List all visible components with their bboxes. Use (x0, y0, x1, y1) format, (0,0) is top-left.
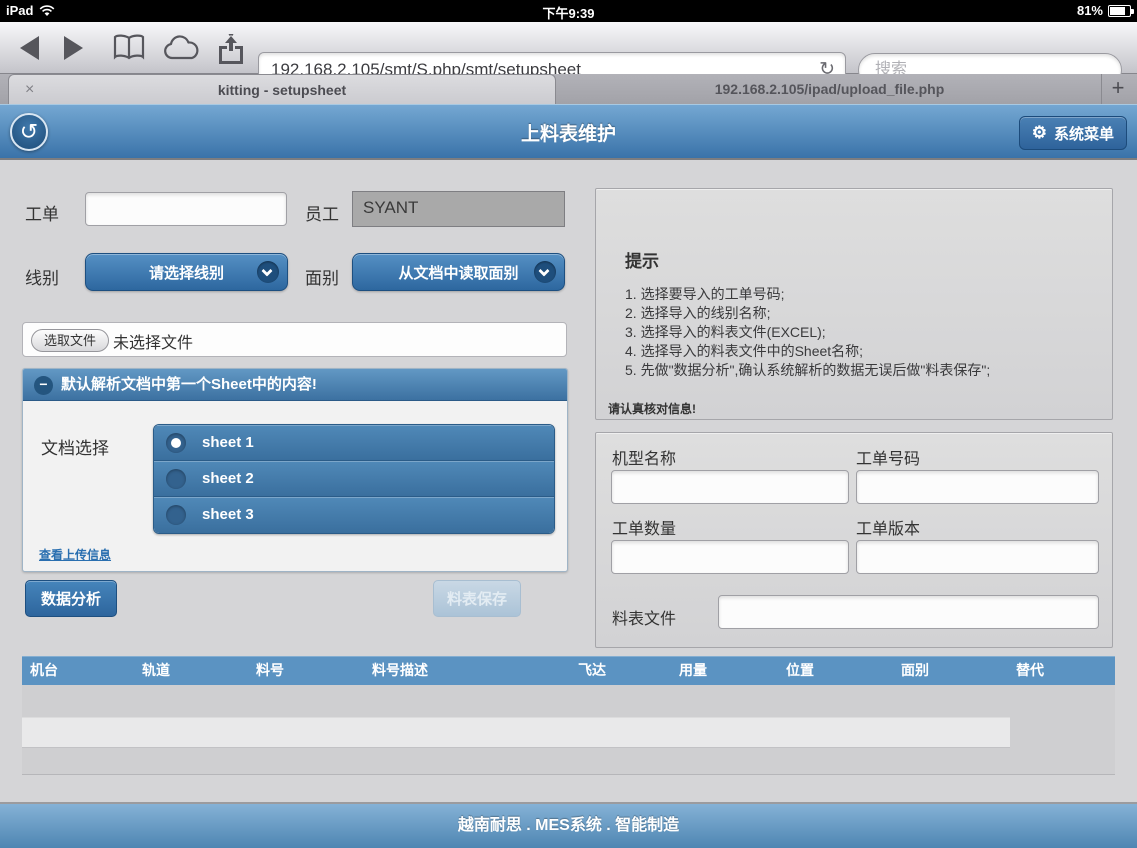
radio-icon (166, 469, 186, 489)
column-header: 位置 (786, 656, 814, 685)
employee-field: SYANT (352, 191, 565, 227)
material-table-header: 机台 轨道 料号 料号描述 飞达 用量 位置 面别 替代 (22, 656, 1115, 685)
side-select-value: 从文档中读取面别 (398, 262, 518, 283)
radio-icon (166, 505, 186, 525)
sheet-option-label: sheet 2 (202, 470, 254, 487)
ipad-screen: iPad 下午9:39 81% 192.168.2.105/s (0, 0, 1137, 848)
order-no-input[interactable] (856, 470, 1099, 504)
share-icon[interactable] (215, 34, 247, 64)
sheet-option-label: sheet 1 (202, 434, 254, 451)
hint-list: 1. 选择要导入的工单号码; 2. 选择导入的线别名称; 3. 选择导入的料表文… (625, 285, 990, 380)
doc-select-label: 文档选择 (41, 434, 109, 459)
tab-kitting-setupsheet[interactable]: × kitting - setupsheet (8, 74, 556, 104)
chevron-down-icon (534, 261, 556, 283)
file-status-text: 未选择文件 (113, 329, 193, 353)
app-footer: 越南耐思 . MES系统 . 智能制造 (0, 802, 1137, 848)
model-name-label: 机型名称 (612, 445, 676, 469)
work-order-input[interactable] (85, 192, 287, 226)
hint-footer-note: 请认真核对信息! (608, 400, 696, 417)
chevron-down-icon (257, 261, 279, 283)
column-header: 飞达 (578, 656, 606, 685)
sheet-list: sheet 1 sheet 2 sheet 3 (153, 424, 555, 534)
cloud-icon[interactable] (162, 34, 202, 62)
model-name-input[interactable] (611, 470, 849, 504)
system-menu-button[interactable]: ⚙ 系统菜单 (1019, 116, 1127, 150)
material-table-body (22, 685, 1115, 775)
data-analyze-button[interactable]: 数据分析 (25, 580, 117, 617)
hint-item: 3. 选择导入的料表文件(EXCEL); (625, 323, 990, 342)
choose-file-button[interactable]: 选取文件 (31, 329, 109, 352)
gear-icon: ⚙ (1032, 123, 1047, 143)
order-no-label: 工单号码 (856, 445, 920, 469)
order-version-label: 工单版本 (856, 515, 920, 539)
line-select[interactable]: 请选择线别 (85, 253, 288, 291)
hint-item: 5. 先做"数据分析",确认系统解析的数据无误后做"料表保存"; (625, 361, 990, 380)
collapse-icon[interactable]: − (34, 376, 53, 395)
tab-bar: × kitting - setupsheet 192.168.2.105/ipa… (0, 74, 1137, 104)
page-title: 上料表维护 (0, 119, 1137, 146)
battery-percent: 81% (1077, 3, 1103, 18)
column-header: 轨道 (142, 656, 170, 685)
file-chooser: 选取文件 未选择文件 (22, 322, 567, 357)
radio-selected-icon (166, 433, 186, 453)
order-version-input[interactable] (856, 540, 1099, 574)
browser-toolbar: 192.168.2.105/smt/S.php/smt/setupsheet ↻ (0, 22, 1137, 74)
order-qty-input[interactable] (611, 540, 849, 574)
status-bar: iPad 下午9:39 81% (0, 0, 1137, 22)
tab-upload-file[interactable]: 192.168.2.105/ipad/upload_file.php (558, 74, 1102, 104)
column-header: 用量 (679, 656, 707, 685)
order-qty-label: 工单数量 (612, 515, 676, 539)
side-label: 面别 (305, 264, 339, 289)
column-header: 料号描述 (372, 656, 428, 685)
column-header: 替代 (1016, 656, 1044, 685)
sheet-panel-title: 默认解析文档中第一个Sheet中的内容! (61, 376, 317, 393)
hint-item: 2. 选择导入的线别名称; (625, 304, 990, 323)
app-header: ↺ 上料表维护 ⚙ 系统菜单 (0, 104, 1137, 160)
sheet-file-label: 料表文件 (612, 605, 676, 629)
sheet-save-button: 料表保存 (433, 580, 521, 617)
work-order-label: 工单 (25, 200, 59, 225)
employee-label: 员工 (305, 200, 339, 225)
sheet-panel: − 默认解析文档中第一个Sheet中的内容! 文档选择 sheet 1 shee… (22, 368, 568, 572)
column-header: 机台 (30, 656, 58, 685)
sheet-panel-header[interactable]: − 默认解析文档中第一个Sheet中的内容! (23, 369, 567, 401)
order-info-panel: 机型名称 工单号码 工单数量 工单版本 料表文件 (595, 432, 1113, 648)
clock: 下午9:39 (0, 3, 1137, 22)
hint-panel: 提示 1. 选择要导入的工单号码; 2. 选择导入的线别名称; 3. 选择导入的… (595, 188, 1113, 420)
battery-icon (1108, 5, 1131, 17)
hint-item: 4. 选择导入的料表文件中的Sheet名称; (625, 342, 990, 361)
table-row (22, 717, 1010, 748)
line-select-value: 请选择线别 (149, 262, 224, 283)
bookmarks-icon[interactable] (112, 34, 146, 60)
back-icon[interactable] (20, 36, 39, 60)
forward-icon[interactable] (64, 36, 83, 60)
hint-item: 1. 选择要导入的工单号码; (625, 285, 990, 304)
tab-label: 192.168.2.105/ipad/upload_file.php (715, 81, 945, 97)
close-tab-icon[interactable]: × (25, 75, 34, 105)
column-header: 面别 (901, 656, 929, 685)
menu-button-label: 系统菜单 (1054, 123, 1114, 144)
sheet-file-input[interactable] (718, 595, 1099, 629)
view-upload-info-link[interactable]: 查看上传信息 (39, 546, 111, 563)
sheet-option-3[interactable]: sheet 3 (154, 497, 554, 533)
main-content: 工单 员工 SYANT 线别 请选择线别 面别 从文档中读取面别 选取文件 未选… (0, 160, 1137, 802)
sheet-option-1[interactable]: sheet 1 (154, 425, 554, 461)
line-label: 线别 (25, 264, 59, 289)
sheet-option-2[interactable]: sheet 2 (154, 461, 554, 497)
hint-title: 提示 (625, 247, 659, 272)
column-header: 料号 (256, 656, 284, 685)
side-select[interactable]: 从文档中读取面别 (352, 253, 565, 291)
new-tab-button[interactable]: + (1103, 74, 1133, 104)
sheet-option-label: sheet 3 (202, 506, 254, 523)
tab-label: kitting - setupsheet (218, 82, 346, 98)
